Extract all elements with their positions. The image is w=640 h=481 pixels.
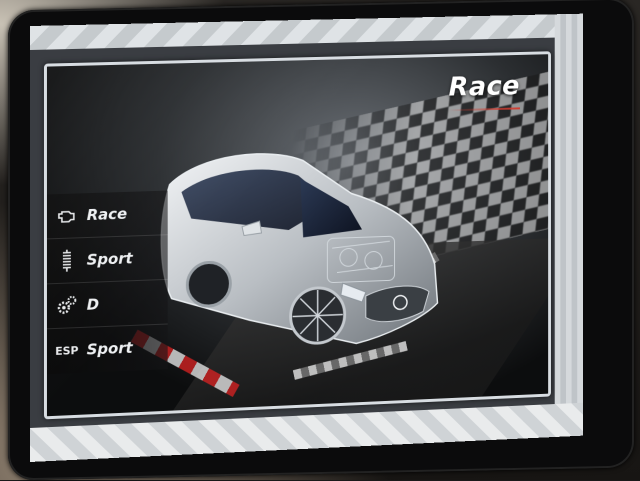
suspension-icon [47, 238, 87, 283]
display-screen: Race Race Sport D ESP Sport [30, 13, 583, 462]
esp-setting-label: Sport [86, 338, 133, 359]
car-illustration [132, 117, 452, 375]
suspension-setting-label: Sport [86, 249, 133, 269]
transmission-setting-label: D [86, 295, 100, 314]
drive-mode-panel: Race Race Sport D ESP Sport [43, 51, 551, 420]
setting-esp[interactable]: ESP Sport [47, 324, 168, 373]
map-background-right [554, 13, 583, 437]
drive-settings-list: Race Sport D ESP Sport [46, 190, 168, 375]
transmission-gears-icon [47, 283, 87, 328]
drive-mode-title: Race [448, 70, 520, 103]
setting-transmission[interactable]: D [46, 279, 168, 330]
engine-setting-label: Race [86, 204, 128, 225]
setting-suspension[interactable]: Sport [46, 235, 168, 285]
engine-icon [47, 193, 87, 238]
esp-icon: ESP [55, 343, 79, 358]
setting-engine[interactable]: Race [46, 190, 168, 240]
